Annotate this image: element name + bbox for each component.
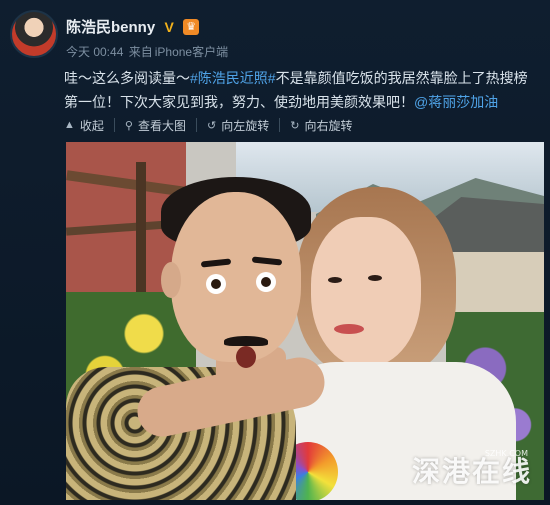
photo-man-ear: [161, 262, 181, 298]
rotate-left-icon: ↺: [206, 119, 217, 132]
photo-woman-eye: [328, 277, 342, 283]
source-prefix: 来自: [128, 45, 153, 59]
collapse-label: 收起: [79, 118, 104, 133]
rotate-right-icon: ↻: [290, 119, 300, 132]
rotate-left-label: 向左旋转: [221, 118, 270, 133]
post-source[interactable]: iPhone客户端: [155, 45, 228, 59]
post-time[interactable]: 今天 00:44: [66, 45, 123, 59]
image-toolbar: ▲ 收起 ⚲ 查看大图 ↺ 向左旋转 ↻ 向右旋转: [64, 118, 362, 133]
rotate-left-button[interactable]: ↺ 向左旋转: [197, 118, 281, 133]
post-text: 哇～这么多阅读量～#陈浩民近照#不是靠颜值吃饭的我居然靠脸上了热搜榜第一位！下次…: [64, 66, 540, 114]
photo-man-mouth: [236, 346, 256, 368]
avatar[interactable]: [10, 10, 58, 58]
view-large-label: 查看大图: [137, 118, 186, 133]
weibo-post: 陈浩民benny V ♛ 今天 00:44 来自 iPhone客户端 哇～这么多阅…: [0, 0, 550, 505]
verified-icon[interactable]: V: [161, 19, 177, 35]
collapse-button[interactable]: ▲ 收起: [64, 118, 115, 133]
username[interactable]: 陈浩民benny: [66, 16, 155, 37]
caret-up-icon: ▲: [64, 119, 75, 131]
post-photo[interactable]: SZHK.COM 深港在线: [66, 142, 544, 500]
photo-man-eye: [206, 274, 226, 294]
mention-link[interactable]: @蒋丽莎加油: [414, 94, 498, 110]
watermark: 深港在线: [411, 455, 532, 488]
rotate-right-label: 向右旋转: [304, 118, 353, 133]
magnifier-icon: ⚲: [124, 119, 133, 132]
rotate-right-button[interactable]: ↻ 向右旋转: [280, 118, 362, 133]
view-large-button[interactable]: ⚲ 查看大图: [115, 118, 197, 133]
hashtag-link[interactable]: #陈浩民近照#: [190, 70, 276, 86]
post-text-part1: 哇～这么多阅读量～: [64, 70, 190, 86]
post-meta: 今天 00:44 来自 iPhone客户端: [66, 43, 230, 60]
user-row: 陈浩民benny V ♛: [66, 16, 200, 37]
photo-woman-eye: [368, 275, 382, 281]
photo-woman-lips: [334, 324, 364, 334]
photo-man-eye: [256, 272, 276, 292]
crown-badge-icon[interactable]: ♛: [183, 18, 200, 35]
photo-man-moustache: [224, 336, 268, 346]
photo-woman-face: [311, 217, 421, 367]
